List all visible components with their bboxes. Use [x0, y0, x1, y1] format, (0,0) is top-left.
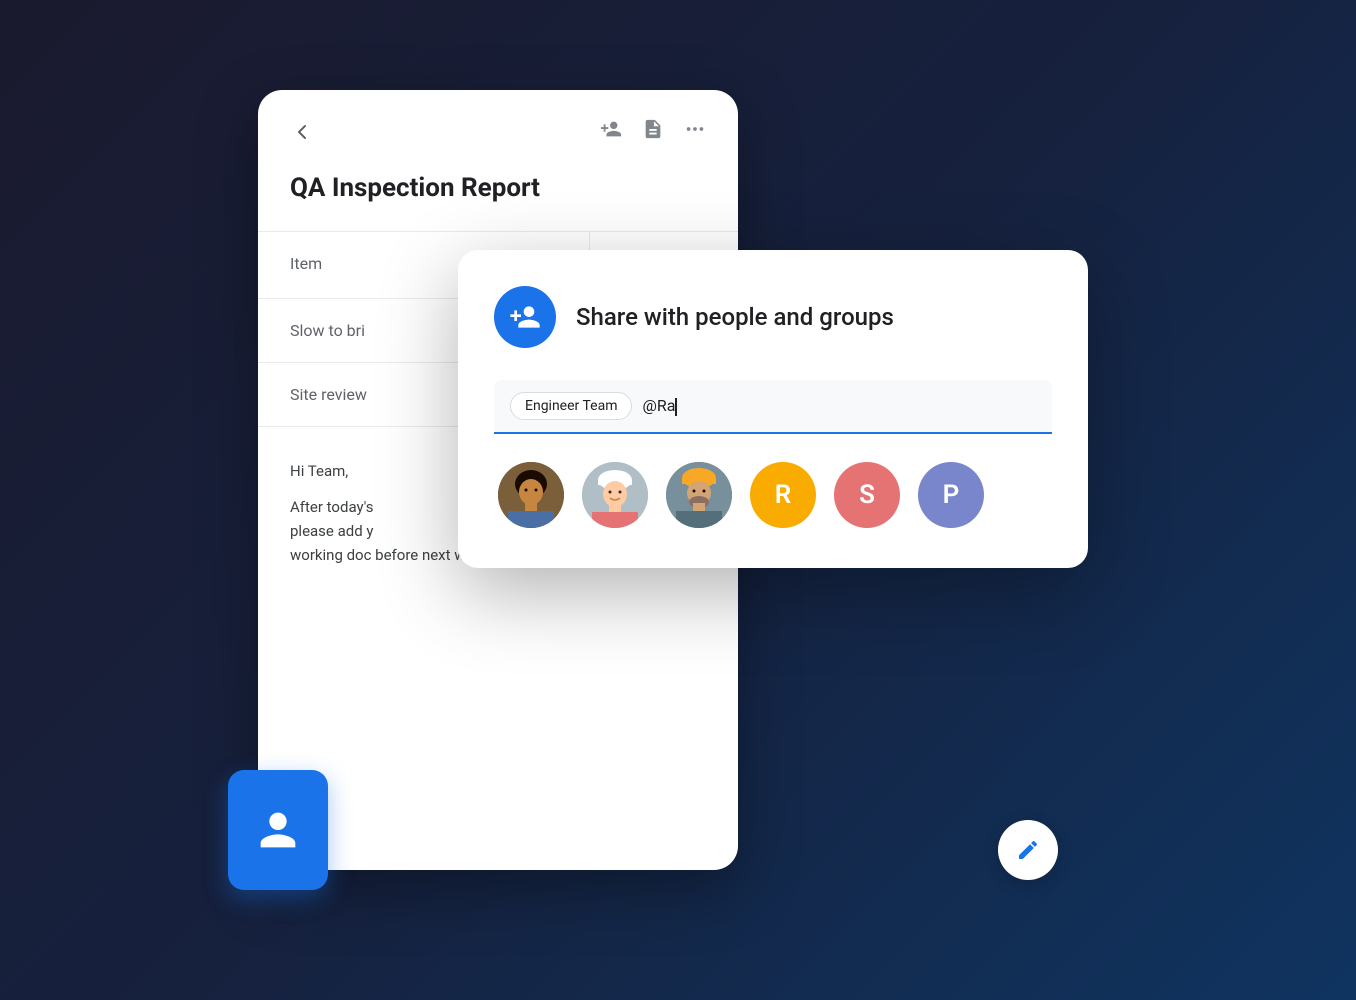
person-card	[228, 770, 328, 890]
avatar-person-2[interactable]	[582, 462, 648, 528]
card-header	[258, 90, 738, 165]
person-add-icon	[509, 301, 541, 333]
share-dialog-title: Share with people and groups	[576, 303, 894, 331]
avatars-row: R S P	[494, 462, 1052, 528]
avatar-r[interactable]: R	[750, 462, 816, 528]
add-person-icon[interactable]	[600, 118, 622, 145]
scene: QA Inspection Report Item Jon Nowak Slow…	[228, 70, 1128, 930]
avatar-p[interactable]: P	[918, 462, 984, 528]
avatar-s[interactable]: S	[834, 462, 900, 528]
avatar-person-3[interactable]	[666, 462, 732, 528]
back-button[interactable]	[290, 120, 314, 144]
share-input-text: @Ra	[642, 396, 1036, 416]
text-cursor	[675, 398, 677, 416]
share-input-area[interactable]: Engineer Team @Ra	[494, 380, 1052, 434]
share-header: Share with people and groups	[494, 286, 1052, 348]
at-ra-text: @Ra	[642, 396, 675, 415]
report-title: QA Inspection Report	[258, 165, 738, 231]
more-options-icon[interactable]	[684, 118, 706, 145]
edit-icon	[1016, 838, 1040, 862]
share-icon-circle	[494, 286, 556, 348]
avatar-person-1[interactable]	[498, 462, 564, 528]
edit-fab-button[interactable]	[998, 820, 1058, 880]
person-icon	[252, 804, 304, 856]
share-dialog: Share with people and groups Engineer Te…	[458, 250, 1088, 568]
description-icon[interactable]	[642, 118, 664, 145]
header-actions	[600, 118, 706, 145]
engineer-team-chip[interactable]: Engineer Team	[510, 392, 632, 420]
